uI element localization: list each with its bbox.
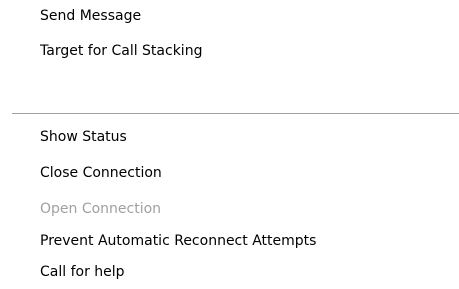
menu-item-blank [40, 76, 340, 96]
menu-item-show-status[interactable]: Show Status [40, 127, 127, 147]
menu-item-open-connection: Open Connection [40, 201, 162, 217]
menu-separator [12, 113, 459, 115]
menu-item-call-for-help[interactable]: Call for help [40, 262, 125, 282]
menu-item-close-connection[interactable]: Close Connection [40, 163, 162, 183]
menu-item-target-for-call-stacking[interactable]: Target for Call Stacking [40, 41, 202, 61]
context-menu: Send Message Target for Call Stacking Sh… [0, 0, 459, 289]
menu-item-send-message[interactable]: Send Message [40, 6, 141, 26]
menu-item-prevent-automatic-reconnect-attempts[interactable]: Prevent Automatic Reconnect Attempts [40, 231, 316, 251]
